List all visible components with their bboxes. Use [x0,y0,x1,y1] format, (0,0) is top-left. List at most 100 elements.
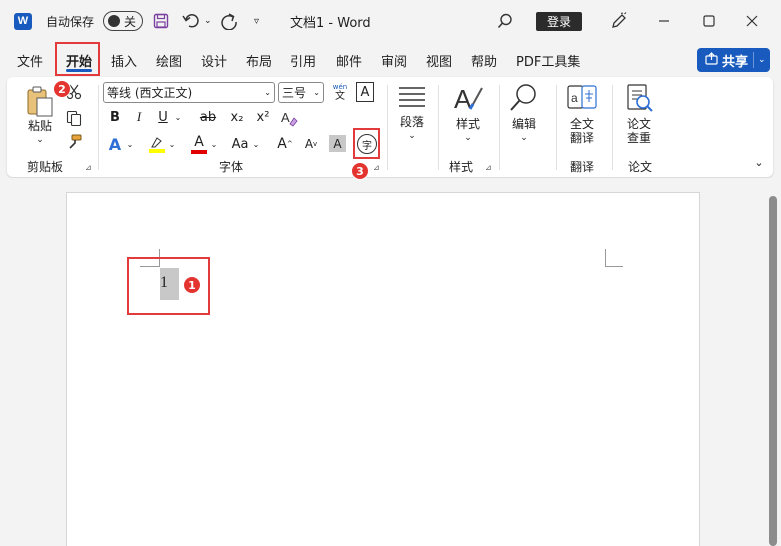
text-effects-button[interactable]: A [105,133,125,155]
bold-button[interactable]: B [106,106,124,128]
share-label: 共享 [722,54,749,70]
annotation-box-home-tab [55,42,100,76]
svg-text:a: a [571,91,578,105]
font-launcher-icon[interactable]: ⊿ [373,163,380,172]
change-case-dropdown-icon[interactable]: ⌄ [251,133,261,155]
share-icon [705,51,718,69]
tab-mailings[interactable]: 邮件 [336,44,362,76]
autosave-label: 自动保存 [46,14,95,29]
autosave-toggle[interactable]: 关 [103,0,143,42]
paragraph-dropdown-icon[interactable]: ⌄ [395,129,429,143]
shrink-font-button[interactable]: Av [301,133,321,155]
ribbon-panel: 粘贴 ⌄ 剪贴板 ⊿ 等线 (西文正文) ⌄ 三号 ⌄ wén 文 A B I … [7,77,773,177]
save-icon[interactable] [153,0,169,42]
copy-icon[interactable] [65,109,83,127]
translate-icon[interactable]: a [563,83,601,113]
grow-font-button[interactable]: A ^ [275,133,295,155]
tab-view[interactable]: 视图 [426,44,452,76]
font-name-dropdown-icon[interactable]: ⌄ [264,88,271,97]
paper-label-line1[interactable]: 论文 [619,117,659,131]
clipboard-launcher-icon[interactable]: ⊿ [85,163,92,172]
tab-review[interactable]: 审阅 [381,44,407,76]
tab-insert[interactable]: 插入 [111,44,137,76]
change-case-button[interactable]: Aa [229,133,251,155]
tab-design[interactable]: 设计 [201,44,227,76]
tab-help[interactable]: 帮助 [471,44,497,76]
character-border-icon[interactable]: A [356,82,374,102]
translate-label-line1[interactable]: 全文 [561,117,603,131]
subscript-button[interactable]: x₂ [227,106,247,128]
tab-pdf-tools[interactable]: PDF工具集 [516,44,580,76]
underline-button[interactable]: U [154,106,172,128]
document-title: 文档1 - Word [290,15,371,31]
styles-label[interactable]: 样式 [451,117,485,131]
login-button[interactable]: 登录 [536,12,582,31]
font-size-combo[interactable]: 三号 ⌄ [278,82,324,103]
translate-label-line2[interactable]: 翻译 [561,131,603,145]
strikethrough-button[interactable]: ab [197,106,219,128]
vertical-scroll-thumb[interactable] [769,196,777,546]
autosave-state: 关 [124,15,137,29]
tab-layout[interactable]: 布局 [246,44,272,76]
text-effects-dropdown-icon[interactable]: ⌄ [125,133,135,155]
character-shading-button[interactable]: A [329,135,346,152]
document-page[interactable] [66,192,700,546]
paste-label[interactable]: 粘贴 [25,119,55,133]
annotation-badge-1: 1 [183,276,201,294]
share-dropdown-icon[interactable]: ⌄ [758,55,766,65]
svg-text:A: A [454,84,472,114]
format-painter-icon[interactable] [65,133,83,151]
undo-icon[interactable] [182,0,200,42]
paragraph-label[interactable]: 段落 [395,115,429,129]
italic-button[interactable]: I [130,106,148,128]
editing-dropdown-icon[interactable]: ⌄ [507,131,541,145]
annotation-badge-3: 3 [351,162,369,180]
title-bar: W 自动保存 关 ⌄ ▿ 文档1 - Word 登录 [0,0,781,42]
svg-text:A: A [281,110,290,125]
paragraph-icon[interactable] [395,83,429,113]
font-color-button[interactable]: A [189,132,209,156]
close-icon[interactable] [746,0,758,42]
annotation-badge-2: 2 [53,80,71,98]
word-logo-icon: W [14,0,34,42]
ribbon-tabs: 文件 开始 插入 绘图 设计 布局 引用 邮件 审阅 视图 帮助 PDF工具集 [0,44,781,76]
tab-draw[interactable]: 绘图 [156,44,182,76]
tab-file[interactable]: 文件 [17,44,43,76]
superscript-button[interactable]: x² [253,106,273,128]
font-size-dropdown-icon[interactable]: ⌄ [313,88,320,97]
highlight-dropdown-icon[interactable]: ⌄ [167,133,177,155]
clipboard-group-label: 剪贴板 [27,160,64,174]
underline-dropdown-icon[interactable]: ⌄ [172,106,184,128]
phonetic-guide-icon[interactable]: wén 文 [329,80,351,104]
ribbon-expand-icon[interactable]: ⌄ [751,155,767,169]
tab-references[interactable]: 引用 [290,44,316,76]
styles-launcher-icon[interactable]: ⊿ [485,163,492,172]
clear-formatting-icon[interactable]: A [279,107,299,129]
styles-dropdown-icon[interactable]: ⌄ [451,131,485,145]
font-size-value: 三号 [282,86,307,100]
font-group-label: 字体 [219,160,244,174]
designer-pen-icon[interactable] [610,0,628,42]
paper-label-line2[interactable]: 查重 [619,131,659,145]
annotation-box-enclose-char [353,128,380,159]
maximize-icon[interactable] [703,0,715,42]
minimize-icon[interactable] [658,0,670,42]
editing-label[interactable]: 编辑 [507,117,541,131]
paper-check-icon[interactable] [621,83,657,113]
paste-icon[interactable] [25,85,55,119]
search-icon[interactable] [497,0,513,42]
paper-group-label: 论文 [628,160,653,174]
redo-icon[interactable] [220,0,238,42]
styles-icon[interactable]: A [451,81,485,115]
paste-dropdown-icon[interactable]: ⌄ [25,133,55,147]
editing-search-icon[interactable] [507,81,541,115]
margin-mark-top-right [605,266,623,267]
highlight-icon[interactable] [147,133,167,155]
styles-group-label: 样式 [449,160,474,174]
font-color-dropdown-icon[interactable]: ⌄ [209,133,219,155]
translate-group-label: 翻译 [570,160,595,174]
undo-dropdown-icon[interactable]: ⌄ [204,0,212,42]
font-name-combo[interactable]: 等线 (西文正文) ⌄ [103,82,275,103]
share-button[interactable]: 共享 ⌄ [697,48,770,72]
customize-qat-icon[interactable]: ▿ [254,0,259,42]
